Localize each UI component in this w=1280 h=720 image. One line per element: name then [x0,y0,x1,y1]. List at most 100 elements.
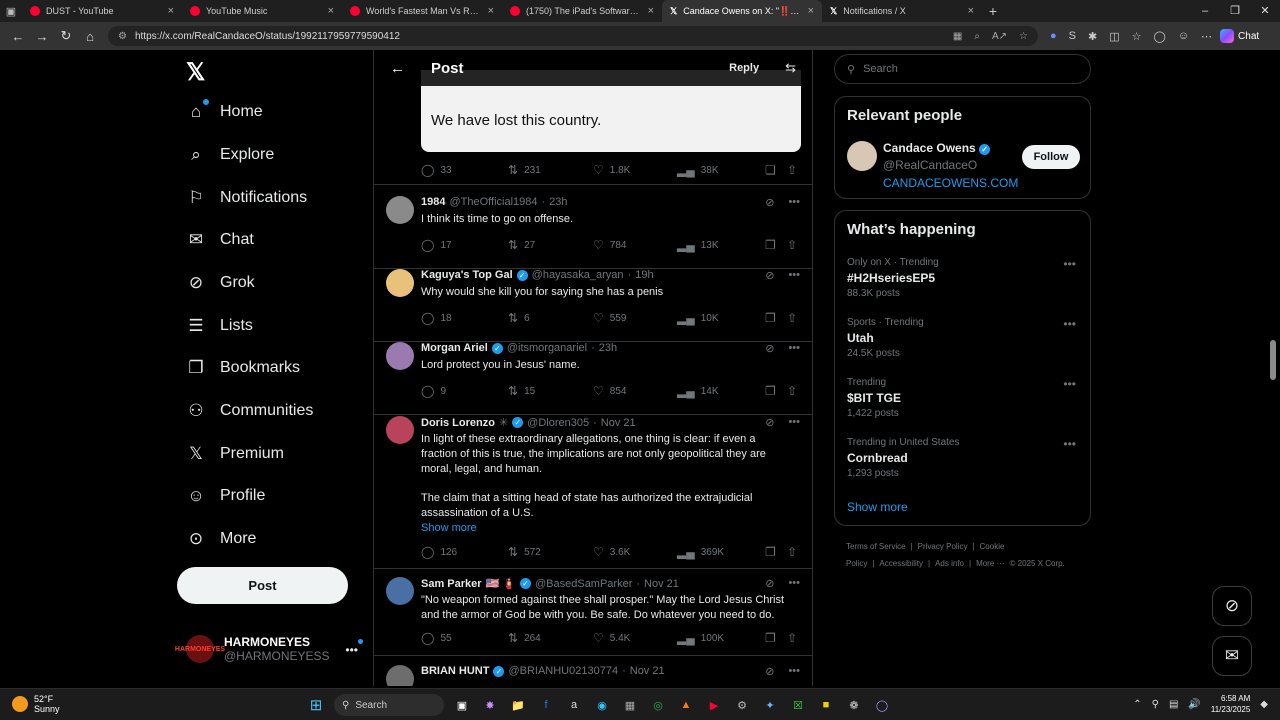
account-switcher[interactable]: HARMONEYES HARMONEYES @HARMONEYESS ••• [175,635,366,663]
avatar[interactable] [386,665,414,686]
filter-icon[interactable]: ⇆ [785,60,796,76]
share-icon[interactable]: ⇧ [787,384,797,398]
grok-explain-icon[interactable]: ⊘ [765,342,774,355]
taskbar-search[interactable]: ⚲ Search [334,694,444,716]
bookmark-icon[interactable]: ❐ [765,384,787,398]
more-options-icon[interactable]: ••• [788,416,800,429]
post-time[interactable]: Nov 21 [644,578,679,590]
split-screen-icon[interactable]: ◫ [1109,30,1119,43]
repost-count[interactable]: ⇅ 264 [508,631,593,645]
search-input[interactable]: ⚲ Search [834,54,1091,84]
nav-item-home[interactable]: ⌂ Home [186,99,263,122]
author-name[interactable]: Doris Lorenzo [421,417,495,429]
post-time[interactable]: 19h [635,269,653,281]
author-handle[interactable]: @BRIANHU02130774 [508,665,618,677]
network-icon[interactable]: ▤ [1169,699,1178,710]
avatar[interactable] [386,269,414,297]
close-tab-icon[interactable]: × [648,5,654,17]
author-handle[interactable]: @hayasaka_aryan [532,269,624,281]
author-handle[interactable]: @TheOfficial1984 [449,196,537,208]
nav-item-more[interactable]: ⊙ More [186,529,257,549]
author-name[interactable]: Morgan Ariel [421,342,488,354]
app-available-icon[interactable]: ▦ [953,31,962,42]
close-tab-icon[interactable]: × [488,5,494,17]
nav-item-bookmarks[interactable]: ❐ Bookmarks [186,358,300,378]
messages-fab-button[interactable]: ✉ [1212,636,1252,676]
more-options-icon[interactable]: ••• [788,342,800,355]
site-info-icon[interactable]: ⚙ [118,31,127,42]
nav-item-grok[interactable]: ⊘ Grok [186,273,255,293]
footer-link[interactable]: More ··· [976,559,1004,568]
browser-tab[interactable]: World's Fastest Man Vs Robot! - Y × [342,0,502,22]
trend-item[interactable]: Only on X · Trending #H2HseriesEP5 88.3K p… [847,257,1082,299]
nav-item-chat[interactable]: ✉ Chat [186,230,254,250]
amazon-icon[interactable]: a [564,695,584,715]
close-tab-icon[interactable]: × [968,5,974,17]
author-name[interactable]: 1984 [421,196,445,208]
avatar[interactable] [386,342,414,370]
reply-count[interactable]: ◯ 18 [421,311,508,325]
post-time[interactable]: Nov 21 [601,417,636,429]
footer-link[interactable]: © 2025 X Corp. [1010,559,1065,568]
copilot-icon[interactable]: ✸ [480,695,500,715]
grok-fab-button[interactable]: ⊘ [1212,586,1252,626]
close-tab-icon[interactable]: × [808,5,814,17]
nav-item-explore[interactable]: ⌕ Explore [186,145,274,165]
zoom-icon[interactable]: ⌕ [974,31,980,42]
avatar[interactable] [386,416,414,444]
nav-item-notifications[interactable]: ⚐ Notifications [186,188,307,208]
copilot-chat-button[interactable]: Chat [1220,29,1259,43]
scrollbar-thumb[interactable] [1270,340,1276,380]
xbox-icon[interactable]: ☒ [788,695,808,715]
tray-chevron-icon[interactable]: ⌃ [1133,699,1141,710]
relevant-person-name[interactable]: Candace Owens ✓ [883,141,991,155]
grok-explain-icon[interactable]: ⊘ [765,577,774,590]
like-count[interactable]: ♡ 559 [593,311,677,325]
avatar[interactable] [847,141,877,171]
browser-tab[interactable]: 𝕏 Notifications / X × [822,0,982,22]
grok-explain-icon[interactable]: ⊘ [765,269,774,282]
more-options-icon[interactable]: ••• [788,665,800,678]
author-name[interactable]: BRIAN HUNT [421,665,489,677]
bookmark-icon[interactable]: ❐ [765,631,787,645]
openai-icon[interactable]: ❁ [844,695,864,715]
trend-more-icon[interactable]: ••• [1063,377,1076,391]
location-icon[interactable]: ⚲ [1152,699,1159,710]
post-time[interactable]: 23h [549,196,567,208]
vlc-icon[interactable]: ▲ [676,695,696,715]
close-tab-icon[interactable]: × [328,5,334,17]
calculator-icon[interactable]: ▦ [620,695,640,715]
show-more-link[interactable]: Show more [421,521,791,536]
forward-icon[interactable]: → [30,29,54,44]
more-options-icon[interactable]: ••• [788,269,800,282]
trend-more-icon[interactable]: ••• [1063,437,1076,451]
grok-explain-icon[interactable]: ⊘ [765,416,774,429]
trend-more-icon[interactable]: ••• [1063,257,1076,271]
maximize-icon[interactable]: ❐ [1220,0,1250,22]
repost-count[interactable]: ⇅ 6 [508,311,593,325]
browser-tab[interactable]: DUST - YouTube × [22,0,182,22]
close-tab-icon[interactable]: × [168,5,174,17]
bookmark-icon[interactable]: ❐ [765,311,787,325]
file-explorer-icon[interactable]: 📁 [508,695,528,715]
like-count[interactable]: ♡ 5.4K [593,631,677,645]
avatar[interactable] [386,196,414,224]
new-tab-button[interactable]: + [982,3,1004,19]
facebook-icon[interactable]: f [536,695,556,715]
view-count[interactable]: ▂▄ 14K [677,384,765,398]
reply-count[interactable]: ◯ 17 [421,238,508,252]
nav-item-lists[interactable]: ☰ Lists [186,316,253,336]
url-field[interactable]: ⚙ https://x.com/RealCandaceO/status/1992… [108,26,1038,46]
author-handle[interactable]: @itsmorganariel [507,342,587,354]
repost-count[interactable]: ⇅ 231 [508,163,593,177]
home-browser-icon[interactable]: ⌂ [78,29,102,44]
trend-item[interactable]: Trending in United States Cornbread 1,293 … [847,437,1082,479]
app-icon[interactable]: ✦ [760,695,780,715]
show-more-link[interactable]: Show more [847,500,908,514]
author-handle[interactable]: @BasedSamParker [535,578,632,590]
post-time[interactable]: 23h [599,342,617,354]
reply-count[interactable]: ◯ 126 [421,545,508,559]
author-name[interactable]: Sam Parker [421,578,482,590]
weather-widget[interactable]: 52°F Sunny [12,694,60,714]
author-handle[interactable]: @Dloren305 [527,417,589,429]
